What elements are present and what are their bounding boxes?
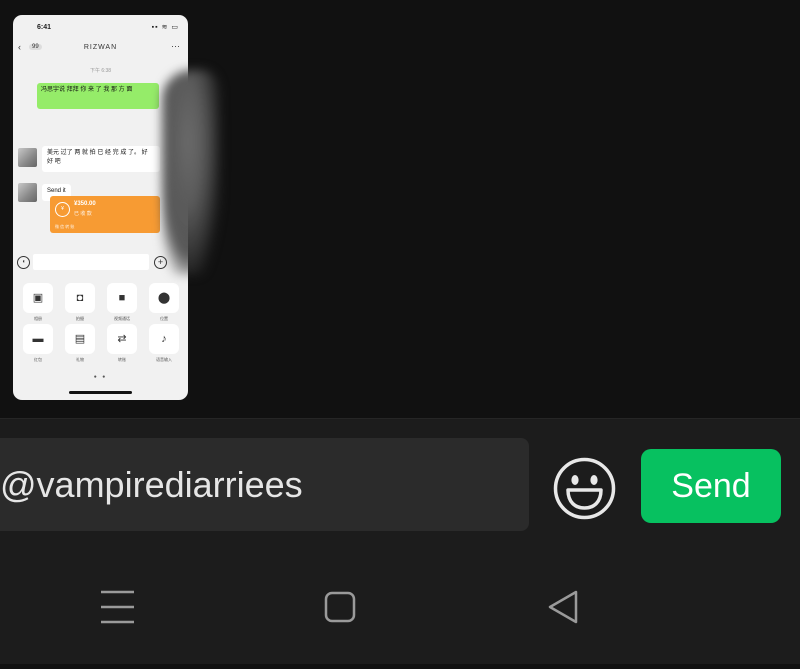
home-square-icon	[324, 591, 356, 623]
transfer-status: 已 收 款	[74, 211, 92, 217]
video-call-icon: ■	[107, 283, 137, 313]
transfer-amount: ¥350.00	[74, 201, 96, 207]
sent-message-bubble: 冯思宇说 拜拜 你 来 了 我 那 方 面	[37, 83, 159, 109]
action-label: 礼物	[76, 357, 84, 362]
action-voice-input: ♪ 语音输入	[149, 324, 179, 363]
chat-input-field	[33, 254, 149, 270]
action-red-packet: ▬ 红包	[23, 324, 53, 363]
action-video-call: ■ 视频通话	[107, 283, 137, 322]
received-message-bubble: 美元 过了 两 就 拍 已 经 完 成 了。 好 好 吧	[42, 146, 160, 172]
action-label: 位置	[160, 316, 168, 321]
status-bar: 6:41 ▪▪ ≋ ▭	[13, 15, 188, 37]
home-button[interactable]	[300, 546, 380, 664]
transfer-icon: ¥	[55, 202, 70, 217]
action-label: 视频通话	[114, 316, 130, 321]
transfer-footer: 微 信 转 账	[55, 224, 75, 229]
voice-input-icon: ♪	[149, 324, 179, 354]
chat-header: ‹ 99 RIZWAN ···	[13, 37, 188, 59]
menu-lines-icon	[101, 590, 134, 624]
transfer-icon: ⇄	[107, 324, 137, 354]
location-icon: ⬤	[149, 283, 179, 313]
timestamp: 下午 6:38	[89, 68, 112, 74]
action-gift: ▤ 礼物	[65, 324, 95, 363]
system-navigation-bar	[0, 546, 800, 664]
photo-icon: ▣	[23, 283, 53, 313]
red-packet-icon: ▬	[23, 324, 53, 354]
money-transfer-card: ¥ ¥350.00 已 收 款 微 信 转 账	[50, 196, 160, 233]
more-icon: ···	[171, 41, 180, 51]
redaction-smear	[162, 70, 220, 275]
home-indicator	[69, 391, 132, 394]
message-input[interactable]: @vampirediarriees	[0, 438, 529, 531]
action-transfer: ⇄ 转账	[107, 324, 137, 363]
message-input-text: @vampirediarriees	[0, 464, 303, 505]
status-time: 6:41	[37, 24, 52, 31]
action-label: 相册	[34, 316, 42, 321]
avatar	[18, 148, 37, 167]
recents-button[interactable]	[78, 546, 158, 664]
avatar	[18, 183, 37, 202]
back-button[interactable]	[522, 546, 602, 664]
action-camera: ◘ 拍摄	[65, 283, 95, 322]
action-label: 红包	[34, 357, 42, 362]
action-location: ⬤ 位置	[149, 283, 179, 322]
contact-name: RIZWAN	[83, 44, 118, 51]
action-label: 拍摄	[76, 316, 84, 321]
emoji-button[interactable]	[552, 456, 617, 521]
camera-icon: ◘	[65, 283, 95, 313]
message-composer: @vampirediarriees Send	[0, 418, 800, 547]
signal-wifi-battery-icon: ▪▪ ≋ ▭	[151, 24, 179, 31]
page-indicator: ● ●	[93, 374, 108, 380]
emoji-smile-icon	[553, 457, 616, 520]
back-triangle-icon	[548, 590, 578, 624]
voice-icon: ◖	[17, 256, 30, 269]
action-label: 语音输入	[156, 357, 172, 362]
gift-icon: ▤	[65, 324, 95, 354]
action-photo: ▣ 相册	[23, 283, 53, 322]
send-button[interactable]: Send	[641, 449, 781, 523]
action-label: 转账	[118, 357, 126, 362]
